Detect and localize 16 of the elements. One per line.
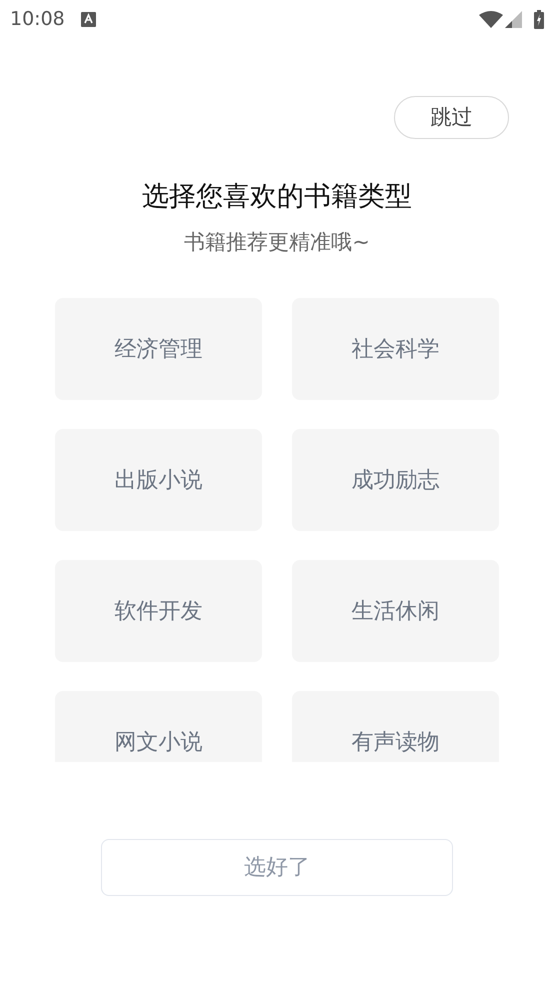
category-option[interactable]: 软件开发 xyxy=(55,560,262,662)
category-option[interactable]: 有声读物 xyxy=(292,691,499,762)
page-title: 选择您喜欢的书籍类型 xyxy=(141,180,413,214)
battery-icon xyxy=(534,10,544,28)
category-option[interactable]: 成功励志 xyxy=(292,429,499,531)
category-option[interactable]: 出版小说 xyxy=(55,429,262,531)
page-subtitle: 书籍推荐更精准哦~ xyxy=(183,229,371,256)
category-option[interactable]: 经济管理 xyxy=(55,298,262,400)
category-option[interactable]: 生活休闲 xyxy=(292,560,499,662)
category-option[interactable]: 网文小说 xyxy=(55,691,262,762)
skip-button[interactable]: 跳过 xyxy=(394,96,509,139)
status-time: 10:08 xyxy=(10,6,65,32)
wifi-icon xyxy=(479,10,503,28)
category-option[interactable]: 社会科学 xyxy=(292,298,499,400)
keyboard-icon xyxy=(80,12,96,26)
signal-icon xyxy=(505,10,522,28)
